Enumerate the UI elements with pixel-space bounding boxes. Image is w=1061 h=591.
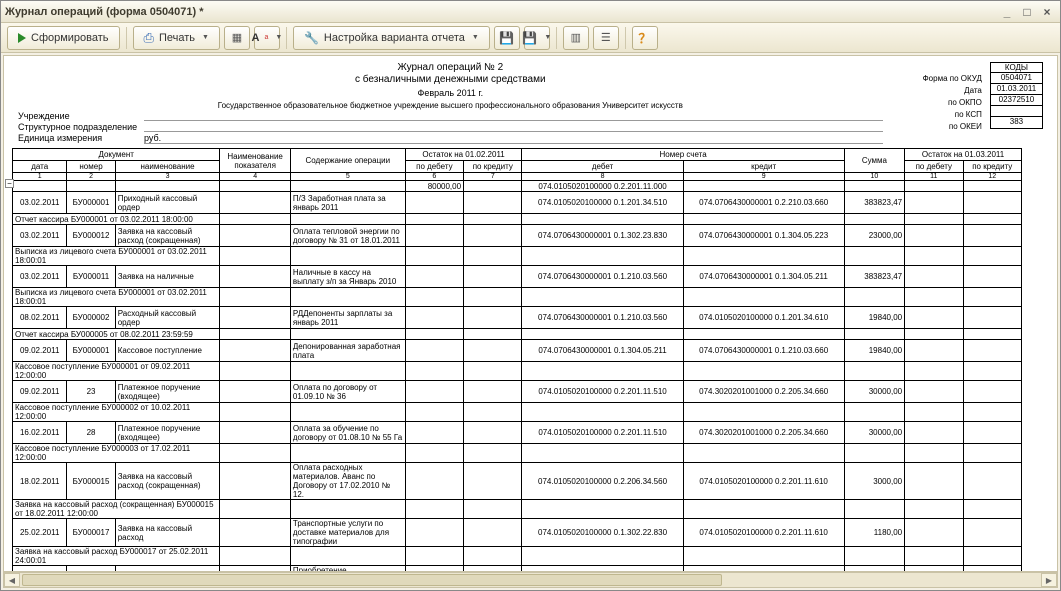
codes-box: КОДЫ 0504071 01.03.2011 02372510 383 bbox=[990, 62, 1043, 129]
org-label: Учреждение bbox=[18, 111, 138, 121]
print-label: Печать bbox=[159, 32, 195, 44]
maximize-button[interactable]: □ bbox=[1018, 4, 1036, 20]
form-button-label: Сформировать bbox=[31, 32, 109, 44]
operations-table: Документ Наименование показателя Содержа… bbox=[12, 148, 1022, 572]
table-row[interactable]: 09.02.201123Платежное поручение (входяще… bbox=[13, 381, 1022, 403]
minimize-button[interactable]: _ bbox=[998, 4, 1016, 20]
scroll-thumb[interactable] bbox=[22, 574, 722, 586]
table-row[interactable]: 80000,00 074.0105020100000 0.2.201.11.00… bbox=[13, 181, 1022, 192]
unit-value: руб. bbox=[144, 133, 883, 144]
table-row[interactable]: 03.02.2011БУ000012Заявка на кассовый рас… bbox=[13, 225, 1022, 247]
dept-label: Структурное подразделение bbox=[18, 122, 138, 132]
scroll-left-button[interactable]: ◀ bbox=[4, 573, 20, 587]
dropdown-icon: ▼ bbox=[202, 34, 209, 41]
report-title-1: Журнал операций № 2 bbox=[18, 62, 883, 73]
dropdown-icon: ▼ bbox=[275, 34, 282, 41]
horizontal-scrollbar[interactable]: ◀ ▶ bbox=[3, 572, 1058, 588]
report-viewport: Журнал операций № 2 с безналичными денеж… bbox=[3, 55, 1058, 572]
table-row[interactable]: Отчет кассира БУ000005 от 08.02.2011 23:… bbox=[13, 329, 1022, 340]
dropdown-icon: ▼ bbox=[544, 34, 551, 41]
table-row[interactable]: Выписка из лицевого счета БУ000001 от 03… bbox=[13, 288, 1022, 307]
table-row[interactable]: Выписка из лицевого счета БУ000001 от 03… bbox=[13, 247, 1022, 266]
table-view-button[interactable]: ▦ bbox=[224, 26, 250, 50]
help-button[interactable]: ？ bbox=[632, 26, 658, 50]
table-row[interactable]: 25.02.2011БУ000017Заявка на кассовый рас… bbox=[13, 519, 1022, 547]
wrench-icon: 🔧 bbox=[304, 31, 319, 45]
code-side-labels: Форма по ОКУД Дата по ОКПО по КСП по ОКЕ… bbox=[923, 62, 982, 133]
close-button[interactable]: × bbox=[1038, 4, 1056, 20]
window-title: Журнал операций (форма 0504071) * bbox=[5, 6, 998, 18]
scroll-right-button[interactable]: ▶ bbox=[1041, 573, 1057, 587]
list-icon: ☰ bbox=[601, 31, 611, 44]
table-row[interactable]: 08.02.2011БУ000002Расходный кассовый орд… bbox=[13, 307, 1022, 329]
table-row[interactable]: Заявка на кассовый расход (сокращенная) … bbox=[13, 500, 1022, 519]
grid-icon: ▥ bbox=[571, 31, 581, 44]
table-row[interactable]: 18.02.2011БУ000015Заявка на кассовый рас… bbox=[13, 463, 1022, 500]
help-icon: ？ bbox=[638, 28, 651, 47]
table-row[interactable]: 03.02.2011БУ000001Приходный кассовый орд… bbox=[13, 192, 1022, 214]
settings-label: Настройка варианта отчета bbox=[324, 32, 465, 44]
table-row[interactable]: 09.02.2011БУ000001Кассовое поступление Д… bbox=[13, 340, 1022, 362]
form-button[interactable]: Сформировать bbox=[7, 26, 120, 50]
report-title-2: с безналичными денежными средствами bbox=[18, 74, 883, 85]
play-icon bbox=[18, 33, 26, 43]
table-row[interactable]: 16.02.201128Платежное поручение (входяще… bbox=[13, 422, 1022, 444]
report-settings-button[interactable]: 🔧 Настройка варианта отчета ▼ bbox=[293, 26, 490, 50]
table-row[interactable]: Отчет кассира БУ000001 от 03.02.2011 18:… bbox=[13, 214, 1022, 225]
dropdown-icon: ▼ bbox=[472, 34, 479, 41]
report-org: Государственное образовательное бюджетно… bbox=[18, 101, 883, 110]
table-row[interactable]: 03.02.2011БУ000011Заявка на наличные Нал… bbox=[13, 266, 1022, 288]
save-icon: 💾 bbox=[499, 31, 514, 45]
table-row[interactable]: Кассовое поступление БУ000003 от 17.02.2… bbox=[13, 444, 1022, 463]
titlebar: Журнал операций (форма 0504071) * _ □ × bbox=[1, 1, 1060, 23]
report-period: Февраль 2011 г. bbox=[18, 88, 883, 98]
printer-icon: ⎙ bbox=[144, 30, 154, 46]
grid-button-1[interactable]: ▥ bbox=[563, 26, 589, 50]
unit-label: Единица измерения bbox=[18, 133, 138, 144]
save-dd-button[interactable]: 💾▼ bbox=[524, 26, 550, 50]
print-button[interactable]: ⎙ Печать ▼ bbox=[133, 26, 220, 50]
table-icon: ▦ bbox=[232, 31, 242, 44]
font-icon: A bbox=[252, 32, 260, 44]
grid-button-2[interactable]: ☰ bbox=[593, 26, 619, 50]
table-row[interactable]: Кассовое поступление БУ000001 от 09.02.2… bbox=[13, 362, 1022, 381]
toolbar: Сформировать ⎙ Печать ▼ ▦ Aa▼ 🔧 Настройк… bbox=[1, 23, 1060, 53]
table-row[interactable]: Заявка на кассовый расход БУ000017 от 25… bbox=[13, 547, 1022, 566]
font-button[interactable]: Aa▼ bbox=[254, 26, 280, 50]
save-icon: 💾 bbox=[522, 31, 537, 45]
collapse-toggle[interactable]: − bbox=[5, 179, 14, 188]
save-button[interactable]: 💾 bbox=[494, 26, 520, 50]
table-row[interactable]: Кассовое поступление БУ000002 от 10.02.2… bbox=[13, 403, 1022, 422]
